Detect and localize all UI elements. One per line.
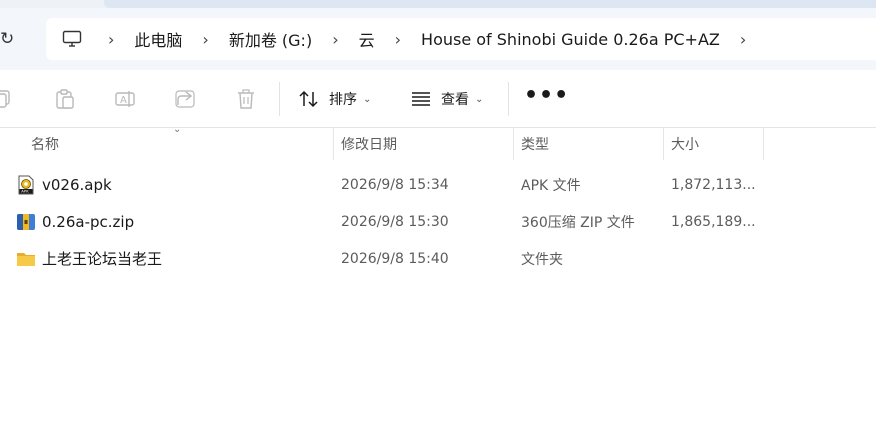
column-header-type-label: 类型: [521, 137, 549, 153]
file-row[interactable]: 上老王论坛当老王 2026/9/8 15:40 文件夹: [0, 240, 876, 277]
column-divider[interactable]: [513, 128, 514, 160]
apk-file-icon: APK: [18, 175, 34, 194]
sort-label: 排序: [329, 92, 357, 108]
column-header-size-label: 大小: [671, 137, 699, 153]
computer-icon[interactable]: [62, 30, 82, 48]
column-header-size[interactable]: 大小: [671, 128, 699, 160]
svg-text:APK: APK: [21, 188, 29, 193]
file-name: v026.apk: [42, 175, 112, 194]
zip-archive-icon: [17, 213, 35, 230]
file-type: 360压缩 ZIP 文件: [521, 214, 635, 231]
more-options-icon[interactable]: •••: [524, 85, 569, 107]
file-row[interactable]: 0.26a-pc.zip 2026/9/8 15:30 360压缩 ZIP 文件…: [0, 203, 876, 240]
refresh-icon[interactable]: ↻: [0, 29, 20, 49]
column-divider[interactable]: [763, 128, 764, 160]
column-header-date[interactable]: 修改日期: [341, 128, 397, 160]
file-name-cell[interactable]: 0.26a-pc.zip: [16, 203, 134, 240]
column-header-type[interactable]: 类型: [521, 128, 549, 160]
column-header-name-label: 名称: [31, 137, 59, 153]
column-divider[interactable]: [333, 128, 334, 160]
breadcrumb-current-folder[interactable]: House of Shinobi Guide 0.26a PC+AZ: [421, 30, 720, 49]
breadcrumb-this-pc[interactable]: 此电脑: [134, 27, 182, 51]
file-size: 1,865,189...: [671, 213, 756, 230]
file-type: APK 文件: [521, 177, 581, 194]
toolbar-divider: [279, 82, 280, 116]
share-icon[interactable]: [174, 88, 196, 110]
delete-icon[interactable]: [235, 88, 257, 110]
view-label: 查看: [441, 92, 469, 108]
file-name: 0.26a-pc.zip: [42, 212, 135, 231]
breadcrumb-cloud-folder[interactable]: 云: [359, 27, 375, 51]
file-date: 2026/9/8 15:34: [341, 176, 449, 193]
breadcrumb-drive[interactable]: 新加卷 (G:): [229, 27, 312, 51]
toolbar-divider: [508, 82, 509, 116]
file-name-cell[interactable]: 上老王论坛当老王: [16, 240, 162, 277]
breadcrumb-chevron-icon[interactable]: ›: [332, 30, 338, 49]
view-icon: [412, 92, 430, 106]
file-name: 上老王论坛当老王: [42, 250, 163, 268]
file-date: 2026/9/8 15:40: [341, 250, 449, 267]
chevron-down-icon: ⌄: [363, 93, 372, 105]
sort-caret-icon: ⌄: [173, 124, 182, 135]
sort-icon: [299, 90, 318, 108]
copy-icon[interactable]: [0, 88, 14, 110]
svg-text:A: A: [120, 95, 127, 106]
breadcrumb-chevron-icon[interactable]: ›: [108, 30, 114, 49]
breadcrumb-chevron-icon[interactable]: ›: [202, 30, 208, 49]
sort-button[interactable]: 排序 ⌄: [298, 84, 371, 114]
breadcrumb-chevron-icon[interactable]: ›: [395, 30, 401, 49]
column-header-name[interactable]: 名称: [31, 128, 59, 160]
address-bar[interactable]: › 此电脑 › 新加卷 (G:) › 云 › House of Shinobi …: [46, 18, 876, 60]
rename-icon[interactable]: A: [114, 88, 136, 110]
view-button[interactable]: 查看 ⌄: [410, 84, 483, 114]
file-date: 2026/9/8 15:30: [341, 213, 449, 230]
chevron-down-icon: ⌄: [475, 93, 484, 105]
address-row: ↻ › 此电脑 › 新加卷 (G:) › 云 › House of Shinob…: [0, 8, 876, 70]
active-tab-edge: [104, 0, 876, 8]
folder-icon: [17, 252, 35, 266]
file-name-cell[interactable]: APK v026.apk: [16, 166, 112, 203]
file-row[interactable]: APK v026.apk 2026/9/8 15:34 APK 文件 1,872…: [0, 166, 876, 203]
column-header-date-label: 修改日期: [341, 137, 397, 153]
column-divider[interactable]: [663, 128, 664, 160]
file-type: 文件夹: [521, 251, 563, 268]
command-bar: A 排序 ⌄ 查看 ⌄ •••: [0, 70, 876, 128]
paste-icon[interactable]: [54, 88, 76, 110]
file-size: 1,872,113...: [671, 176, 756, 193]
breadcrumb-expand-chevron-icon[interactable]: ›: [740, 30, 746, 49]
